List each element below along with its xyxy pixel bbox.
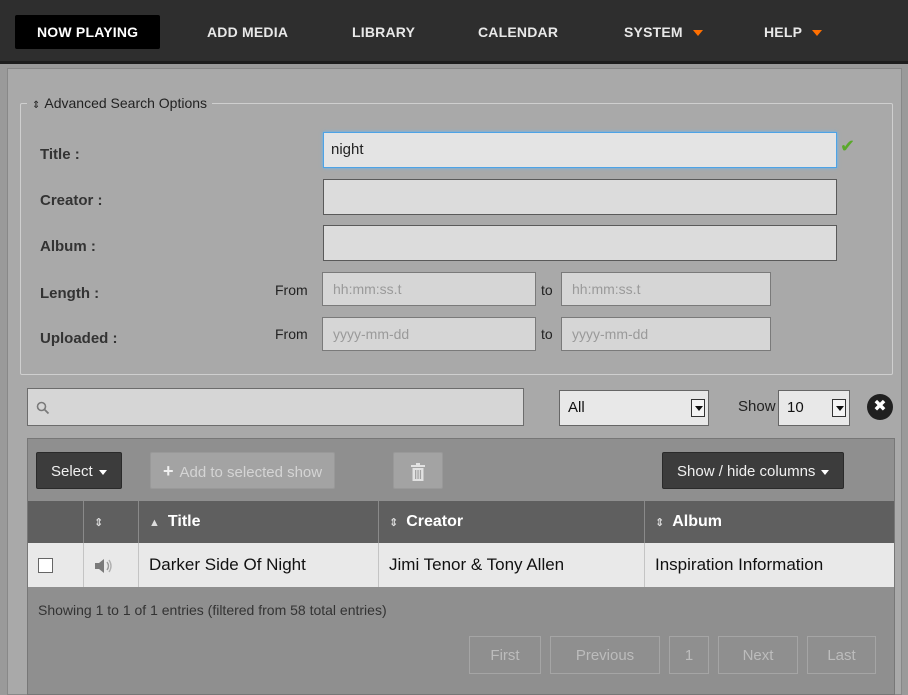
nav-help-label: HELP: [764, 24, 803, 40]
show-label: Show: [738, 398, 776, 415]
show-count-value: 10: [787, 399, 804, 416]
select-dropdown-button[interactable]: Select: [36, 452, 122, 489]
uploaded-from-input[interactable]: yyyy-mm-dd: [322, 317, 536, 351]
album-input[interactable]: [323, 225, 837, 261]
search-icon: [36, 401, 50, 415]
uploaded-to-label: to: [541, 326, 553, 342]
row-checkbox[interactable]: [38, 558, 53, 573]
column-creator-label: Creator: [406, 513, 464, 530]
sort-asc-icon: ▲: [149, 517, 160, 529]
nav-help[interactable]: HELP: [764, 15, 823, 49]
plus-icon: +: [163, 461, 174, 481]
columns-button-label: Show / hide columns: [677, 463, 816, 480]
column-header-select: [28, 501, 83, 543]
nav-system[interactable]: SYSTEM: [624, 15, 703, 49]
column-header-album[interactable]: ⇕ Album: [644, 501, 894, 543]
type-filter-value: All: [568, 399, 585, 416]
add-button-label: Add to selected show: [179, 464, 323, 481]
chevron-down-icon: [832, 399, 846, 417]
row-select-cell: [28, 543, 83, 587]
speaker-icon: [95, 558, 112, 573]
uploaded-to-input[interactable]: yyyy-mm-dd: [561, 317, 771, 351]
top-navigation: NOW PLAYING ADD MEDIA LIBRARY CALENDAR S…: [0, 0, 908, 64]
advanced-search-toggle[interactable]: ⇕ Advanced Search Options: [27, 94, 213, 112]
pagination-next-button[interactable]: Next: [718, 636, 798, 674]
uploaded-label: Uploaded :: [40, 330, 118, 347]
chevron-down-icon: [691, 399, 705, 417]
type-filter-select[interactable]: All: [559, 390, 709, 426]
search-input[interactable]: [27, 388, 524, 426]
length-label: Length :: [40, 285, 100, 302]
sort-icon: ⇕: [389, 517, 399, 529]
sort-icon: ⇕: [94, 517, 104, 529]
nav-calendar[interactable]: CALENDAR: [478, 15, 558, 49]
column-header-creator[interactable]: ⇕ Creator: [378, 501, 644, 543]
chevron-down-icon: [98, 469, 107, 475]
title-input[interactable]: night: [323, 132, 837, 168]
library-table-panel: Select + Add to selected show Show / hide…: [27, 438, 895, 695]
select-button-label: Select: [51, 463, 93, 480]
pagination-first-button[interactable]: First: [469, 636, 541, 674]
chevron-down-icon: [812, 30, 823, 37]
close-icon: ✖: [873, 398, 887, 415]
show-count-select[interactable]: 10: [778, 390, 850, 426]
delete-button[interactable]: [393, 452, 443, 489]
pagination-last-button[interactable]: Last: [807, 636, 876, 674]
length-to-input[interactable]: hh:mm:ss.t: [561, 272, 771, 306]
length-to-label: to: [541, 282, 553, 298]
nav-system-label: SYSTEM: [624, 24, 683, 40]
row-title-cell: Darker Side Of Night: [138, 543, 378, 587]
column-title-label: Title: [167, 513, 201, 530]
creator-input[interactable]: [323, 179, 837, 215]
table-header: ⇕ ▲ Title ⇕ Creator ⇕ Album: [28, 501, 894, 543]
uploaded-from-label: From: [275, 326, 308, 342]
column-header-type[interactable]: ⇕: [83, 501, 138, 543]
nav-now-playing[interactable]: NOW PLAYING: [15, 15, 161, 49]
row-album-cell: Inspiration Information: [644, 543, 894, 587]
add-to-show-button[interactable]: + Add to selected show: [150, 452, 336, 489]
length-from-input[interactable]: hh:mm:ss.t: [322, 272, 536, 306]
column-album-label: Album: [672, 513, 722, 530]
chevron-down-icon: [692, 30, 703, 37]
table-info: Showing 1 to 1 of 1 entries (filtered fr…: [38, 602, 387, 618]
title-label: Title :: [40, 146, 80, 163]
pagination-previous-button[interactable]: Previous: [550, 636, 660, 674]
creator-label: Creator :: [40, 192, 103, 209]
sort-icon: ⇕: [655, 517, 665, 529]
chevron-down-icon: [821, 469, 830, 475]
album-label: Album :: [40, 238, 96, 255]
row-creator-cell: Jimi Tenor & Tony Allen: [378, 543, 644, 587]
sort-toggle-icon: ⇕: [32, 100, 41, 111]
advanced-search-legend: Advanced Search Options: [44, 95, 208, 111]
table-row[interactable]: Darker Side Of Night Jimi Tenor & Tony A…: [28, 543, 894, 587]
checkmark-icon: ✔: [840, 136, 856, 156]
show-hide-columns-button[interactable]: Show / hide columns: [662, 452, 845, 489]
length-from-label: From: [275, 282, 308, 298]
row-type-cell: [83, 543, 138, 587]
pagination-page-button[interactable]: 1: [669, 636, 709, 674]
nav-add-media[interactable]: ADD MEDIA: [207, 15, 288, 49]
column-header-title[interactable]: ▲ Title: [138, 501, 378, 543]
nav-library[interactable]: LIBRARY: [352, 15, 415, 49]
clear-search-button[interactable]: ✖: [867, 394, 893, 420]
trash-icon: [411, 463, 425, 482]
